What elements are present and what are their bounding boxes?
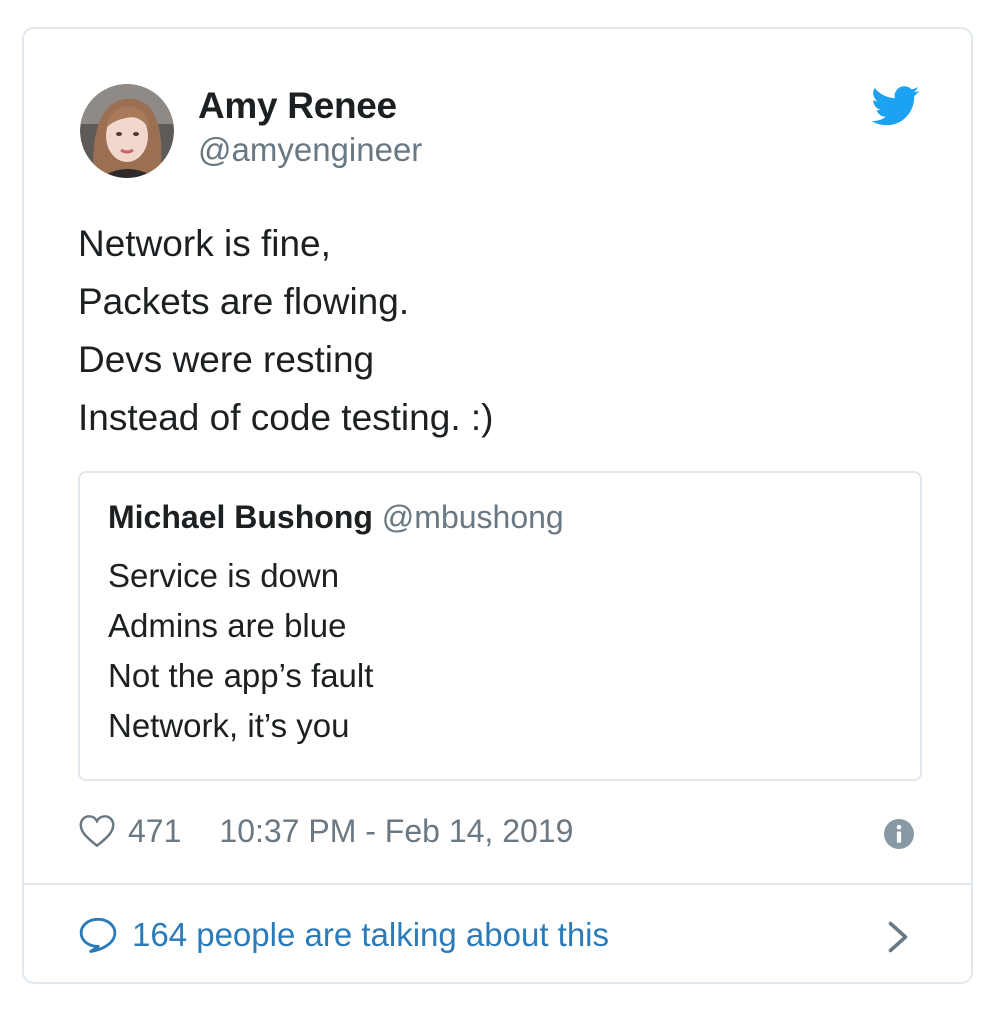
- tweet-timestamp[interactable]: 10:37 PM - Feb 14, 2019: [219, 813, 573, 850]
- like-count[interactable]: 471: [128, 813, 181, 850]
- author-handle[interactable]: @amyengineer: [198, 131, 422, 169]
- quoted-tweet-line: Network, it’s you: [108, 707, 350, 744]
- tweet-card: Amy Renee @amyengineer Network is fine, …: [22, 27, 973, 984]
- quoted-tweet-line: Admins are blue: [108, 607, 347, 644]
- twitter-bird-icon[interactable]: [872, 85, 920, 127]
- avatar[interactable]: [80, 84, 174, 178]
- info-icon[interactable]: [884, 819, 914, 849]
- quoted-author-handle: @mbushong: [381, 499, 564, 535]
- conversation-link[interactable]: 164 people are talking about this: [78, 907, 609, 963]
- tweet-line: Packets are flowing.: [78, 281, 410, 322]
- tweet-meta: 471 10:37 PM - Feb 14, 2019: [78, 807, 573, 855]
- divider: [24, 883, 971, 885]
- tweet-line: Instead of code testing. :): [78, 397, 494, 438]
- quoted-tweet-line: Not the app’s fault: [108, 657, 374, 694]
- speech-bubble-icon: [79, 917, 117, 953]
- tweet-line: Devs were resting: [78, 339, 375, 380]
- avatar-image: [80, 84, 174, 178]
- chevron-right-icon[interactable]: [886, 919, 910, 955]
- quoted-tweet[interactable]: Michael Bushong @mbushong Service is dow…: [78, 471, 922, 781]
- quoted-tweet-text: Service is down Admins are blue Not the …: [108, 551, 373, 751]
- quoted-tweet-header: Michael Bushong @mbushong: [108, 499, 564, 536]
- tweet-text: Network is fine, Packets are flowing. De…: [78, 215, 493, 447]
- quoted-tweet-line: Service is down: [108, 557, 340, 594]
- tweet-line: Network is fine,: [78, 223, 331, 264]
- conversation-text: 164 people are talking about this: [132, 916, 610, 953]
- quoted-author-name: Michael Bushong: [108, 499, 373, 535]
- heart-icon[interactable]: [78, 814, 116, 848]
- author-name[interactable]: Amy Renee: [198, 85, 397, 127]
